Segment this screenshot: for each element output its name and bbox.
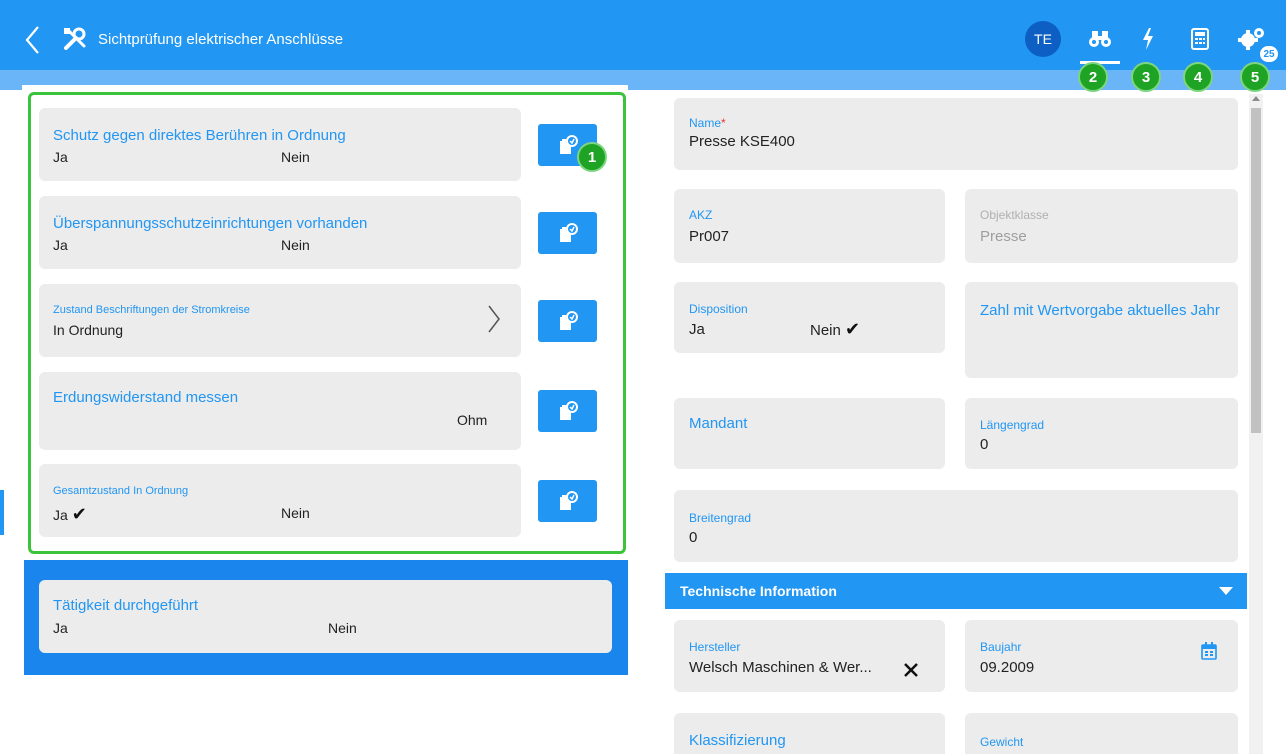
activity-title: Tätigkeit durchgeführt <box>53 597 199 614</box>
akz-label: AKZ <box>689 208 713 222</box>
marker-5: 5 <box>1240 62 1270 92</box>
objektklasse-field: Objektklasse Presse <box>965 189 1238 263</box>
binoculars-icon[interactable] <box>1086 24 1114 54</box>
objektklasse-value: Presse <box>980 228 1027 245</box>
mandant-field[interactable]: Mandant <box>674 398 945 469</box>
name-value: Presse KSE400 <box>689 133 795 150</box>
hersteller-value: Welsch Maschinen & Wer... <box>689 659 872 676</box>
option-no[interactable]: Nein ✔ <box>810 319 860 340</box>
klassifizierung-label: Klassifizierung <box>689 732 786 749</box>
gewicht-label: Gewicht <box>980 735 1024 749</box>
page-title: Sichtprüfung elektrischer Anschlüsse <box>98 31 344 48</box>
activity-item[interactable]: Tätigkeit durchgeführt Ja Nein <box>39 580 612 653</box>
calendar-icon[interactable] <box>1201 642 1217 665</box>
baujahr-value: 09.2009 <box>980 659 1035 676</box>
klassifizierung-field[interactable]: Klassifizierung <box>674 713 945 754</box>
scroll-up-arrow-icon[interactable] <box>1252 96 1260 101</box>
laengengrad-value: 0 <box>980 436 989 453</box>
zahl-label: Zahl mit Wertvorgabe aktuelles Jahr <box>980 302 1220 319</box>
caret-down-icon <box>1219 587 1233 595</box>
clear-x-icon[interactable] <box>903 662 919 683</box>
marker-3: 3 <box>1131 62 1161 92</box>
akz-field[interactable]: AKZ Pr007 <box>674 189 945 263</box>
baujahr-field[interactable]: Baujahr 09.2009 <box>965 620 1238 692</box>
marker-2: 2 <box>1078 62 1108 92</box>
tools-icon <box>62 26 88 52</box>
breitengrad-label: Breitengrad <box>689 511 752 525</box>
technical-info-section-header[interactable]: Technische Information <box>665 573 1247 609</box>
name-field[interactable]: Name Presse KSE400 <box>674 98 1238 170</box>
baujahr-label: Baujahr <box>980 640 1022 654</box>
technical-info-title: Technische Information <box>680 583 837 599</box>
marker-1: 1 <box>577 142 607 172</box>
zahl-field[interactable]: Zahl mit Wertvorgabe aktuelles Jahr <box>965 282 1238 378</box>
marker-4: 4 <box>1183 62 1213 92</box>
option-yes[interactable]: Ja <box>53 620 68 636</box>
top-app-bar: Sichtprüfung elektrischer Anschlüsse TE … <box>0 0 1286 70</box>
option-no[interactable]: Nein <box>328 620 357 636</box>
name-label: Name <box>689 116 726 130</box>
breitengrad-field[interactable]: Breitengrad 0 <box>674 490 1238 562</box>
notification-count-badge: 25 <box>1258 44 1280 64</box>
lightning-icon[interactable] <box>1134 24 1162 54</box>
left-edge-indicator <box>0 490 4 535</box>
disposition-field[interactable]: Disposition Ja Nein ✔ <box>674 282 945 353</box>
option-no-label: Nein <box>810 322 841 339</box>
breitengrad-value: 0 <box>689 529 698 546</box>
akz-value: Pr007 <box>689 228 730 245</box>
objektklasse-label: Objektklasse <box>980 208 1049 222</box>
back-arrow-icon[interactable] <box>22 24 44 56</box>
mandant-label: Mandant <box>689 415 748 432</box>
gewicht-field[interactable]: Gewicht <box>965 713 1238 754</box>
hersteller-field[interactable]: Hersteller Welsch Maschinen & Wer... <box>674 620 945 692</box>
option-yes[interactable]: Ja <box>689 321 705 338</box>
laengengrad-field[interactable]: Längengrad 0 <box>965 398 1238 469</box>
checkmark-icon: ✔ <box>845 319 861 339</box>
hersteller-label: Hersteller <box>689 640 741 654</box>
scrollbar-thumb[interactable] <box>1251 108 1261 433</box>
disposition-label: Disposition <box>689 302 748 316</box>
vertical-scrollbar[interactable] <box>1249 94 1263 754</box>
laengengrad-label: Längengrad <box>980 418 1045 432</box>
highlight-frame <box>28 92 626 554</box>
user-avatar[interactable]: TE <box>1025 21 1061 57</box>
calculator-icon[interactable] <box>1186 24 1214 54</box>
